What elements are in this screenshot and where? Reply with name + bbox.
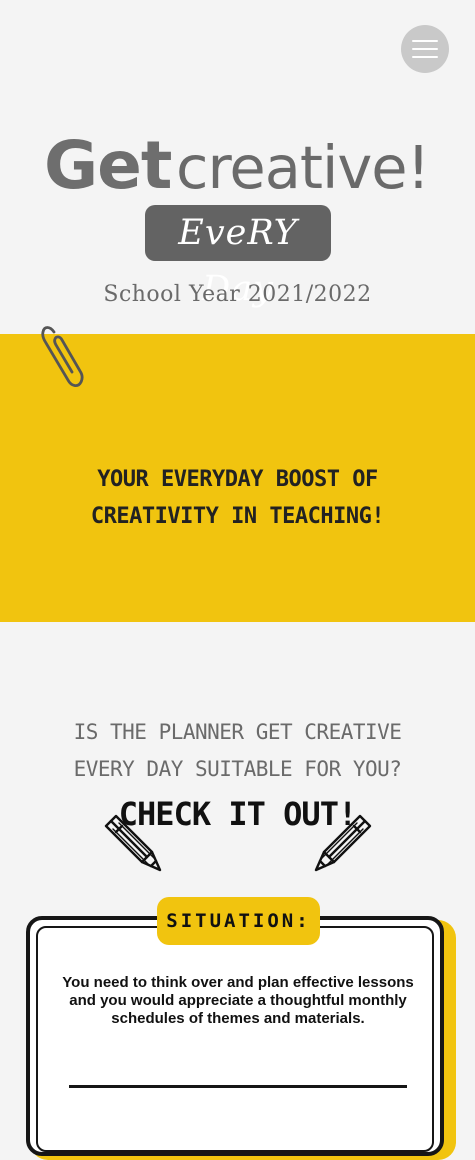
pencil-icon bbox=[104, 814, 162, 872]
paperclip-icon bbox=[41, 326, 84, 387]
situation-text: You need to think over and plan effectiv… bbox=[62, 974, 414, 1027]
menu-button[interactable] bbox=[401, 25, 449, 73]
hamburger-menu-icon bbox=[412, 40, 438, 42]
hamburger-menu-icon-line bbox=[412, 56, 438, 58]
situation-card bbox=[26, 916, 444, 1156]
hamburger-menu-icon-line bbox=[412, 48, 438, 50]
school-year-label: School Year 2021/2022 bbox=[103, 282, 372, 307]
situation-card-inner-border bbox=[36, 926, 434, 1152]
hero-tagline: Your everyday boost of creativity in tea… bbox=[90, 467, 385, 529]
situation-label: Situation: bbox=[157, 897, 320, 945]
logo-every-day-badge: EveRY Day bbox=[145, 205, 331, 309]
logo-creative-word: creative! bbox=[176, 133, 430, 202]
pencil-icon bbox=[314, 814, 372, 872]
check-it-out-heading: Check it out! bbox=[118, 795, 357, 833]
situation-divider bbox=[69, 1085, 407, 1088]
logo-get-word: Get bbox=[44, 128, 172, 204]
logo-get-text: Get bbox=[44, 127, 172, 204]
get-creative-logo: Get creative! EveRY Day bbox=[40, 128, 440, 310]
planner-question: Is the planner Get Creative Every Day su… bbox=[73, 720, 402, 781]
